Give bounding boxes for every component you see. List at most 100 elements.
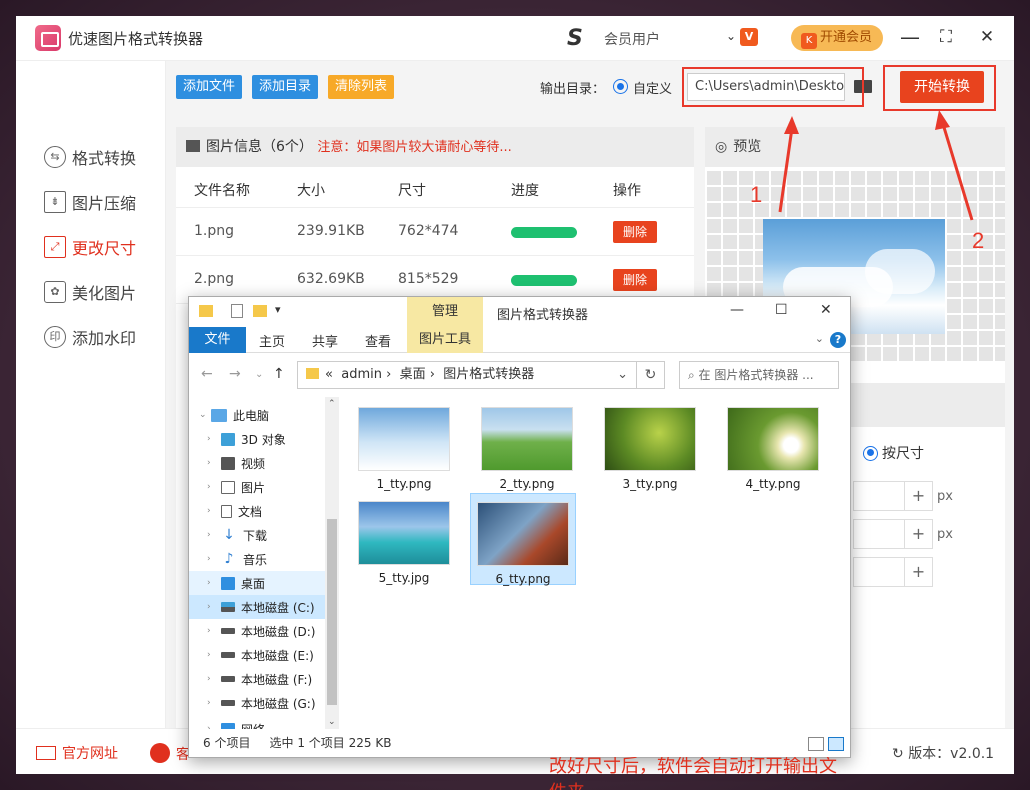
file-item[interactable]: 4_tty.png xyxy=(720,399,826,491)
tree-item-music[interactable]: › ♪ 音乐 xyxy=(189,547,325,571)
clear-list-button[interactable]: 清除列表 xyxy=(328,75,395,99)
ribbon-expand-icon[interactable]: ⌄ xyxy=(815,332,824,345)
tree-item-video[interactable]: › 视频 xyxy=(189,451,325,475)
expand-arrow-icon[interactable]: › xyxy=(207,626,211,636)
tree-item-3d-objects[interactable]: › 3D 对象 xyxy=(189,427,325,451)
tree-item-network[interactable]: ›网络 xyxy=(189,717,325,729)
expand-arrow-icon[interactable]: › xyxy=(207,698,211,708)
properties-icon[interactable] xyxy=(231,304,243,318)
breadcrumb-folder[interactable]: 图片格式转换器 xyxy=(443,367,534,382)
expand-arrow-icon[interactable]: › xyxy=(207,434,211,444)
by-size-radio[interactable]: 按尺寸 xyxy=(863,443,924,463)
sidebar-item-beautify[interactable]: ✿ 美化图片 xyxy=(44,280,136,304)
back-icon[interactable]: ← xyxy=(201,366,213,382)
breadcrumb-desktop[interactable]: 桌面 xyxy=(400,367,426,382)
tree-item-drive-g[interactable]: › 本地磁盘 (G:) xyxy=(189,691,325,715)
address-bar[interactable]: « admin › 桌面 › 图片格式转换器 ⌄ xyxy=(297,361,637,389)
tab-home[interactable]: 主页 xyxy=(259,331,285,350)
forward-icon[interactable]: → xyxy=(229,366,241,382)
folder-icon xyxy=(199,305,213,317)
file-item[interactable]: 3_tty.png xyxy=(597,399,703,491)
tree-item-drive-d[interactable]: › 本地磁盘 (D:) xyxy=(189,619,325,643)
tree-item-documents[interactable]: › 文档 xyxy=(189,499,325,523)
expand-arrow-icon[interactable]: › xyxy=(207,650,211,660)
increment-button[interactable]: + xyxy=(904,520,932,548)
tree-item-label: 本地磁盘 (G:) xyxy=(241,696,316,711)
expand-arrow-icon[interactable]: › xyxy=(207,482,211,492)
file-item[interactable]: 1_tty.png xyxy=(351,399,457,491)
tab-view[interactable]: 查看 xyxy=(365,331,391,350)
minimize-button[interactable]: — xyxy=(897,24,923,50)
tree-item-label: 本地磁盘 (D:) xyxy=(241,624,316,639)
expand-arrow-icon[interactable]: › xyxy=(207,578,211,588)
explorer-minimize-button[interactable]: — xyxy=(730,302,744,318)
format-convert-icon: ⇆ xyxy=(44,146,66,168)
close-button[interactable]: ✕ xyxy=(974,24,1000,50)
recent-icon[interactable]: ⌄ xyxy=(255,369,263,380)
chevron-down-icon[interactable]: ⌄ xyxy=(617,362,628,388)
sidebar-item-compress[interactable]: ⇟ 图片压缩 xyxy=(44,190,136,214)
support-link[interactable]: 客 xyxy=(150,743,190,764)
expand-arrow-icon[interactable]: › xyxy=(207,506,211,516)
tree-item-drive-e[interactable]: › 本地磁盘 (E:) xyxy=(189,643,325,667)
large-icons-view-icon[interactable] xyxy=(828,737,844,751)
add-directory-button[interactable]: 添加目录 xyxy=(252,75,319,99)
tree-item-this-pc[interactable]: ⌄ 此电脑 xyxy=(189,403,325,427)
sidebar-item-label: 图片压缩 xyxy=(72,194,137,213)
chevron-down-icon[interactable]: ⌄ xyxy=(726,29,736,43)
dropdown-icon[interactable]: ▾ xyxy=(275,303,281,316)
expand-arrow-icon[interactable]: ⌄ xyxy=(199,410,207,420)
tree-item-label: 视频 xyxy=(241,456,266,471)
by-size-radio-dot[interactable] xyxy=(863,445,878,461)
width-input[interactable]: + xyxy=(853,481,933,511)
tree-item-drive-c[interactable]: › 本地磁盘 (C:) xyxy=(189,595,325,619)
increment-button[interactable]: + xyxy=(904,558,932,586)
add-file-button[interactable]: 添加文件 xyxy=(176,75,243,99)
custom-radio-label[interactable]: 自定义 xyxy=(633,78,672,97)
expand-arrow-icon[interactable]: › xyxy=(207,674,211,684)
sidebar-item-resize[interactable]: ⤢ 更改尺寸 xyxy=(44,235,136,259)
maximize-button[interactable]: ⛶ xyxy=(933,24,959,50)
manage-tab[interactable]: 管理 xyxy=(407,297,483,327)
tab-share[interactable]: 共享 xyxy=(312,331,338,350)
tree-item-desktop[interactable]: › 桌面 xyxy=(189,571,325,595)
refresh-button[interactable]: ↻ xyxy=(637,361,665,389)
expand-arrow-icon[interactable]: › xyxy=(207,530,211,540)
scroll-up-icon[interactable]: ⌃ xyxy=(328,399,336,409)
custom-radio[interactable] xyxy=(613,79,628,94)
tree-item-pictures[interactable]: › 图片 xyxy=(189,475,325,499)
tab-file[interactable]: 文件 xyxy=(189,327,246,353)
ratio-input[interactable]: + xyxy=(853,557,933,587)
new-folder-icon[interactable] xyxy=(253,305,267,317)
explorer-close-button[interactable]: ✕ xyxy=(820,302,832,318)
tree-item-downloads[interactable]: › ↓ 下载 xyxy=(189,523,325,547)
user-avatar-icon[interactable]: S xyxy=(567,28,595,50)
scroll-down-icon[interactable]: ⌄ xyxy=(328,717,336,727)
explorer-maximize-button[interactable]: ☐ xyxy=(775,302,788,318)
open-vip-button[interactable]: K 开通会员 xyxy=(791,25,883,51)
user-name[interactable]: 会员用户 xyxy=(604,29,724,49)
file-item[interactable]: 2_tty.png xyxy=(474,399,580,491)
expand-arrow-icon[interactable]: › xyxy=(207,458,211,468)
sidebar-item-format-convert[interactable]: ⇆ 格式转换 xyxy=(44,145,136,169)
delete-button[interactable]: 删除 xyxy=(613,269,657,291)
increment-button[interactable]: + xyxy=(904,482,932,510)
file-item-selected[interactable]: 6_tty.png xyxy=(470,493,576,586)
file-item[interactable]: 5_tty.jpg xyxy=(351,493,457,585)
tab-picture-tools[interactable]: 图片工具 xyxy=(407,327,483,353)
sidebar-item-watermark[interactable]: 印添加水印 xyxy=(44,325,136,349)
help-icon[interactable]: ? xyxy=(830,332,846,348)
up-icon[interactable]: ↑ xyxy=(273,366,285,382)
expand-arrow-icon[interactable]: › xyxy=(207,602,211,612)
details-view-icon[interactable] xyxy=(808,737,824,751)
height-input[interactable]: + xyxy=(853,519,933,549)
file-name: 3_tty.png xyxy=(622,477,678,491)
breadcrumb-admin[interactable]: admin xyxy=(341,367,382,382)
tree-item-drive-f[interactable]: › 本地磁盘 (F:) xyxy=(189,667,325,691)
delete-button[interactable]: 删除 xyxy=(613,221,657,243)
tree-item-label: 本地磁盘 (C:) xyxy=(241,600,315,615)
search-input[interactable]: ⌕ 在 图片格式转换器 ... xyxy=(679,361,839,389)
tree-scrollbar-thumb[interactable] xyxy=(327,519,337,705)
expand-arrow-icon[interactable]: › xyxy=(207,554,211,564)
website-link[interactable]: 官方网址 xyxy=(36,743,118,763)
